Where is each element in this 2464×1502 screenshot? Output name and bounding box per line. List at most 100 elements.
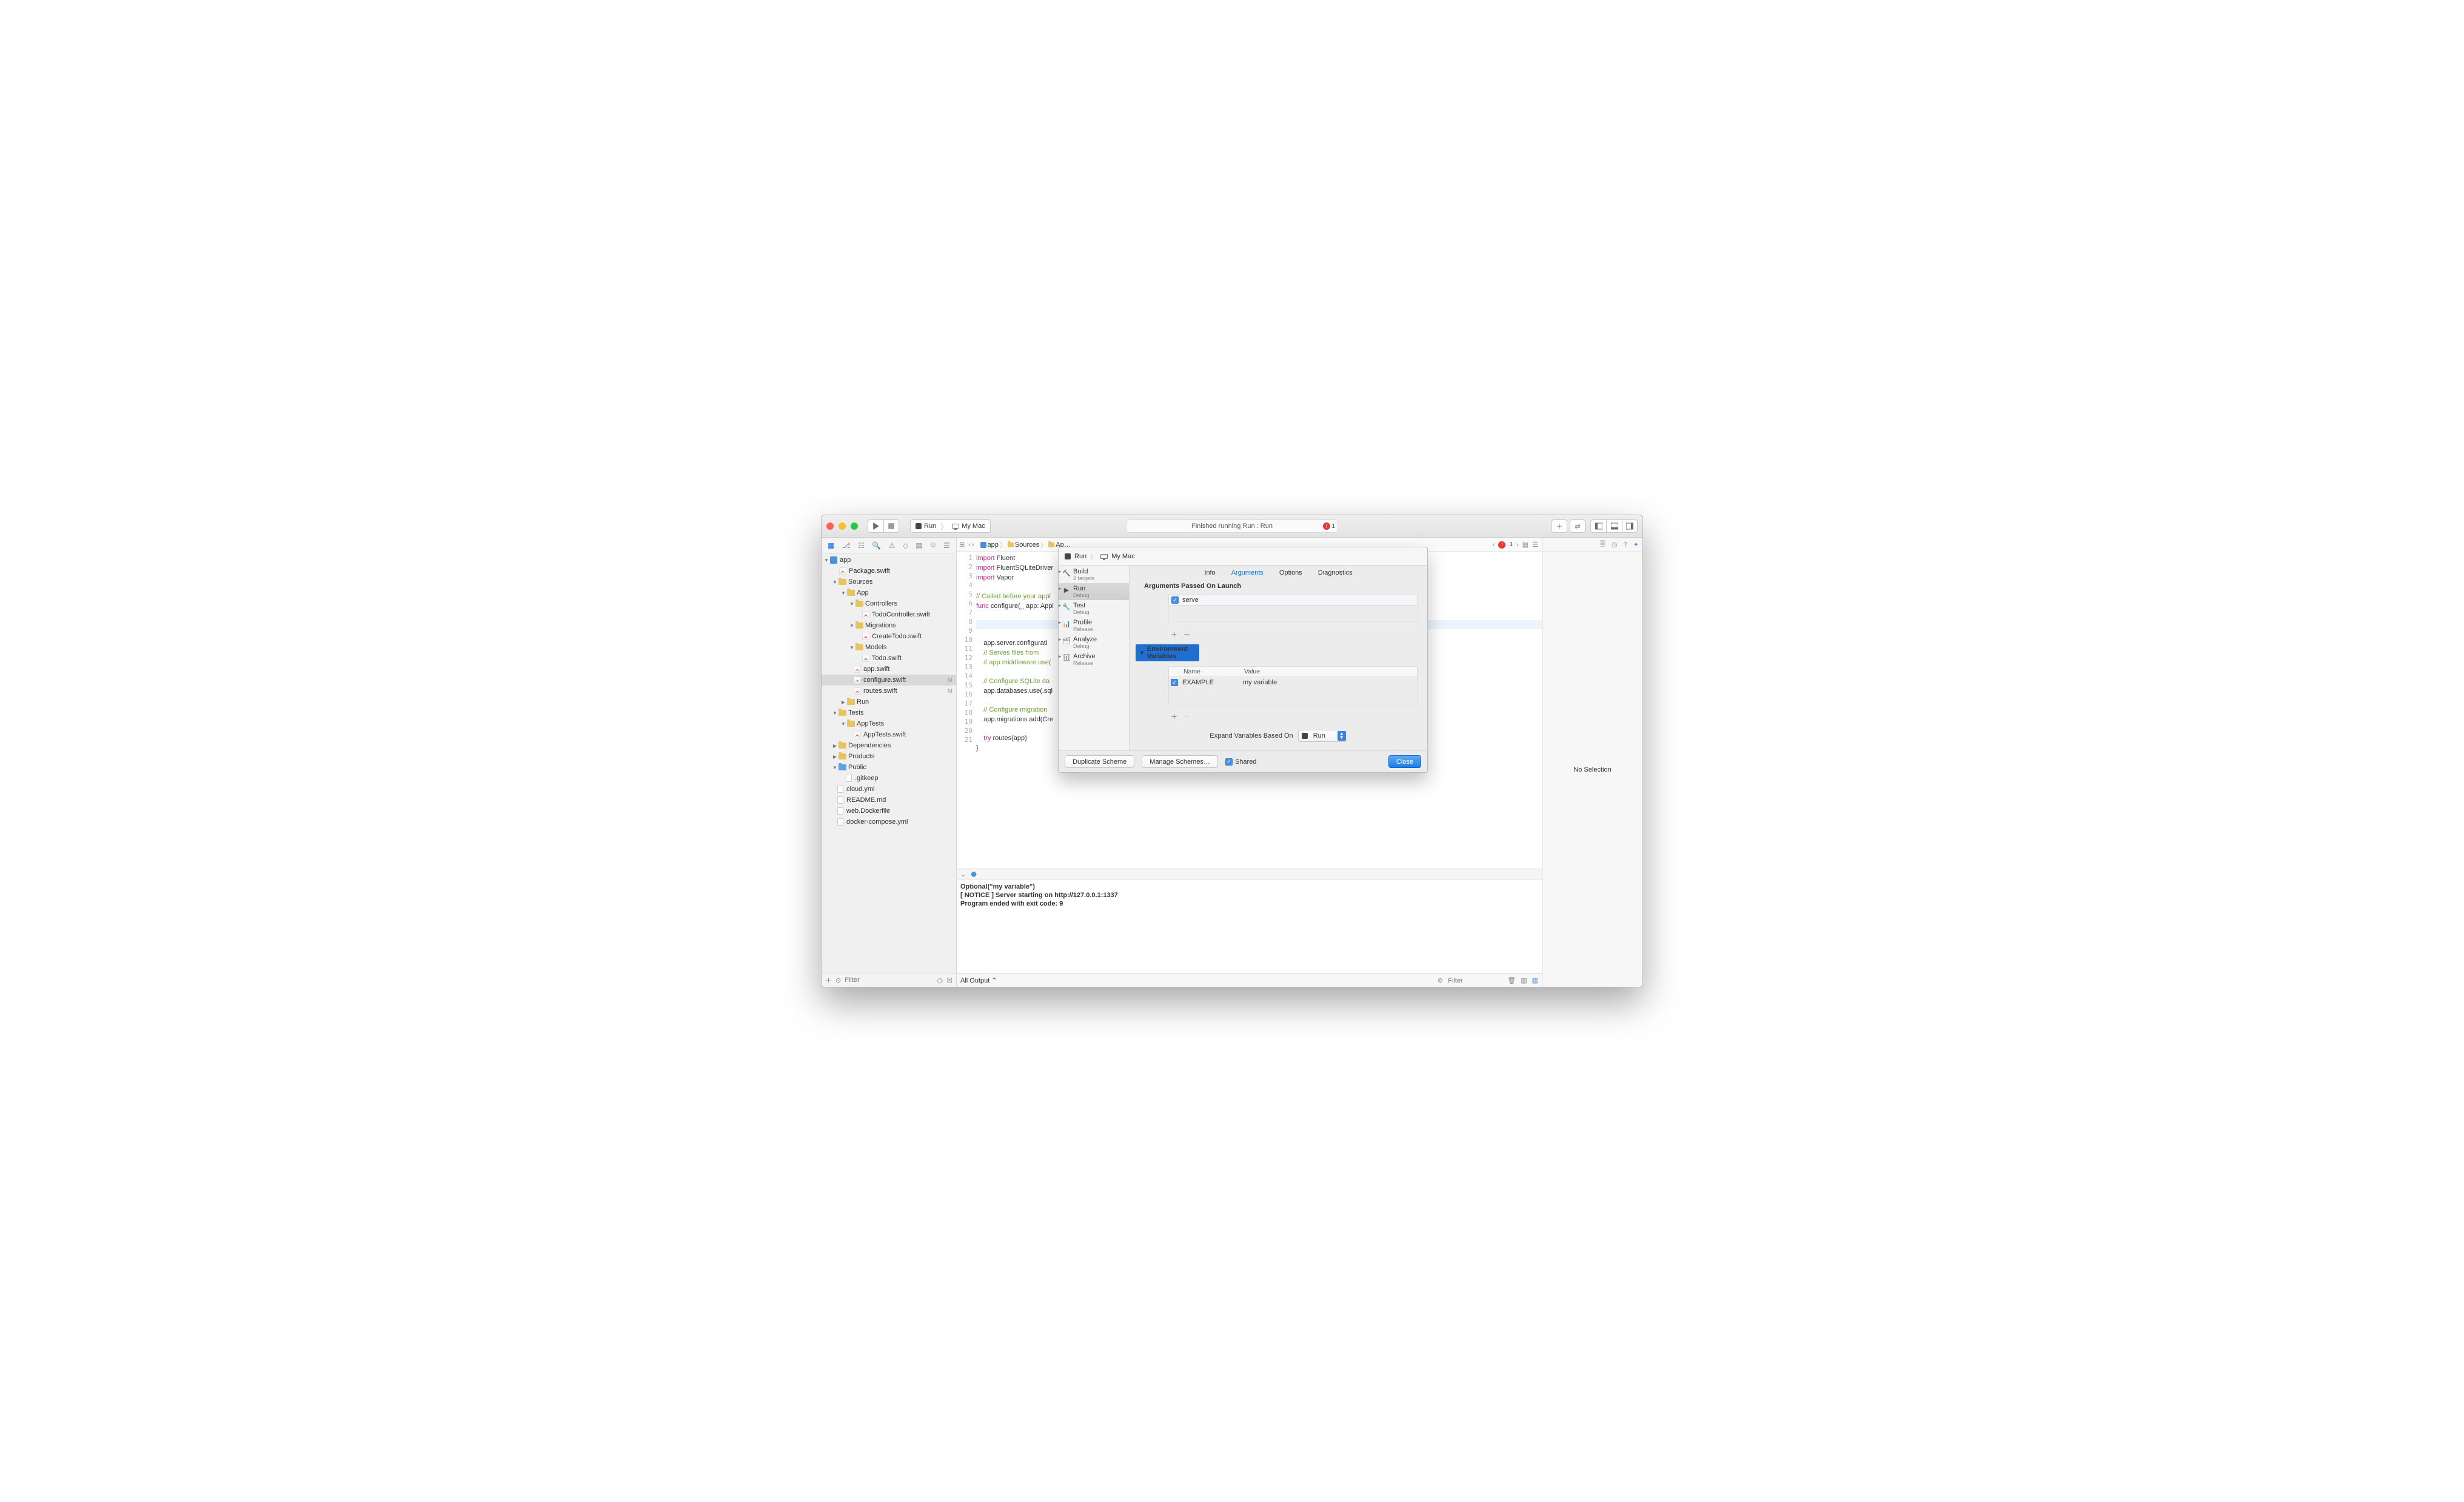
tree-item[interactable]: ▶Dependencies	[822, 740, 956, 751]
close-button[interactable]: Close	[1388, 755, 1421, 768]
show-console-icon[interactable]: ▥	[1532, 976, 1538, 984]
add-env-icon[interactable]: ＋	[1171, 712, 1177, 721]
breakpoint-tab-icon[interactable]: ⎊	[930, 541, 936, 550]
tab-arguments[interactable]: Arguments	[1231, 569, 1264, 576]
analyze-icon: 🗂	[1062, 636, 1071, 645]
help-inspector-icon[interactable]: ?	[1624, 541, 1627, 549]
remove-env-icon[interactable]: －	[1183, 712, 1190, 721]
add-icon[interactable]: ＋	[825, 975, 832, 985]
debug-tab-icon[interactable]: ▤	[916, 541, 922, 550]
forward-icon[interactable]: ›	[972, 541, 974, 549]
jumpbar-segment[interactable]: app	[980, 541, 999, 549]
back-icon[interactable]: ‹	[968, 541, 971, 549]
project-navigator-tab-icon[interactable]: ▦	[828, 541, 834, 550]
console-filter-input[interactable]	[1448, 977, 1502, 984]
tree-item[interactable]: AppTests.swift	[822, 729, 956, 740]
issue-tab-icon[interactable]: ⚠	[889, 541, 896, 550]
tree-item[interactable]: .gitkeep	[822, 773, 956, 784]
console-output-menu[interactable]: All Output ⌃	[960, 976, 997, 984]
issue-indicator[interactable]: ! 1	[1323, 522, 1335, 530]
console-output[interactable]: Optional("my variable")[ NOTICE ] Server…	[957, 880, 1542, 973]
find-tab-icon[interactable]: 🔍	[872, 541, 881, 550]
zoom-window-icon[interactable]	[851, 522, 858, 530]
phase-archive[interactable]: ▶🗄ArchiveRelease	[1059, 651, 1129, 668]
editor-layout-icon[interactable]: ▤	[1522, 541, 1528, 549]
source-control-tab-icon[interactable]: ⎇	[842, 541, 851, 550]
tree-item[interactable]: ▼Migrations	[822, 620, 956, 631]
duplicate-scheme-button[interactable]: Duplicate Scheme	[1065, 755, 1134, 768]
tree-item[interactable]: TodoController.swift	[822, 609, 956, 620]
filter-scope-icon[interactable]: ⊙	[835, 976, 841, 984]
tree-item[interactable]: ▼Tests	[822, 707, 956, 718]
attributes-inspector-icon[interactable]: ✦	[1633, 541, 1639, 549]
phase-test[interactable]: ▶🔧TestDebug	[1059, 600, 1129, 617]
tab-info[interactable]: Info	[1204, 569, 1215, 576]
toggle-debug-button[interactable]	[1606, 519, 1622, 533]
breakpoint-toggle-icon[interactable]: ⬣	[971, 870, 977, 878]
history-inspector-icon[interactable]: ◷	[1612, 541, 1618, 549]
scheme-target-icon	[1302, 733, 1308, 739]
show-vars-icon[interactable]: ▥	[1521, 976, 1527, 984]
trash-icon[interactable]: 🗑	[1507, 976, 1516, 984]
editor-options-icon[interactable]: ☰	[1532, 541, 1538, 549]
file-inspector-icon[interactable]: 🗎	[1600, 539, 1605, 550]
tree-root[interactable]: ▼app	[822, 555, 956, 566]
tree-item[interactable]: app.swift	[822, 664, 956, 675]
tree-item[interactable]: Todo.swift	[822, 653, 956, 664]
phase-run[interactable]: ▶▶RunDebug	[1059, 583, 1129, 600]
tree-item-selected[interactable]: configure.swiftM	[822, 675, 956, 686]
add-argument-icon[interactable]: ＋	[1171, 630, 1177, 639]
scm-filter-icon[interactable]: ☒	[946, 976, 952, 984]
tree-item[interactable]: CreateTodo.swift	[822, 631, 956, 642]
toggle-inspector-button[interactable]	[1622, 519, 1638, 533]
remove-argument-icon[interactable]: －	[1183, 630, 1190, 639]
prev-issue-icon[interactable]: ‹	[1493, 541, 1495, 549]
shared-checkbox-label[interactable]: ✓ Shared	[1225, 758, 1256, 766]
tree-item[interactable]: ▼Public	[822, 762, 956, 773]
tree-item[interactable]: docker-compose.yml	[822, 816, 956, 827]
tree-item[interactable]: web.Dockerfile	[822, 806, 956, 816]
navigator-filter-input[interactable]	[845, 976, 933, 984]
tree-item[interactable]: ▼Models	[822, 642, 956, 653]
tree-item[interactable]: Package.swift	[822, 566, 956, 576]
minimize-window-icon[interactable]	[839, 522, 846, 530]
tree-item[interactable]: routes.swiftM	[822, 686, 956, 696]
tree-item[interactable]: README.md	[822, 795, 956, 806]
env-section-header[interactable]: ▼Environment Variables	[1136, 644, 1199, 661]
tree-item[interactable]: ▼App	[822, 587, 956, 598]
option-tabs: Info Arguments Options Diagnostics	[1136, 569, 1421, 576]
toggle-navigator-button[interactable]	[1590, 519, 1606, 533]
tree-item[interactable]: ▶Run	[822, 696, 956, 707]
library-button[interactable]: ⇄	[1570, 519, 1585, 533]
tree-item[interactable]: ▼Controllers	[822, 598, 956, 609]
env-row[interactable]: ✓ EXAMPLE my variable	[1169, 677, 1417, 688]
tree-item[interactable]: ▼AppTests	[822, 718, 956, 729]
shared-checkbox[interactable]: ✓	[1225, 758, 1233, 766]
manage-schemes-button[interactable]: Manage Schemes…	[1142, 755, 1218, 768]
argument-row[interactable]: ✓ serve	[1168, 595, 1418, 606]
project-tree[interactable]: ▼app Package.swift ▼Sources ▼App ▼Contro…	[822, 553, 956, 973]
phase-build[interactable]: ▶🔨Build2 targets	[1059, 566, 1129, 583]
scheme-selector[interactable]: Run 〉 My Mac	[910, 519, 991, 533]
phase-analyze[interactable]: ▶🗂AnalyzeDebug	[1059, 634, 1129, 651]
related-items-icon[interactable]: ⊞	[959, 541, 965, 549]
report-tab-icon[interactable]: ☰	[943, 541, 950, 550]
add-editor-button[interactable]: ＋	[1552, 519, 1567, 533]
run-button[interactable]	[868, 519, 883, 533]
jumpbar-segment[interactable]: Sources	[1008, 541, 1039, 549]
next-issue-icon[interactable]: ›	[1516, 541, 1519, 549]
console-toggle-icon[interactable]: ⌄	[960, 870, 966, 878]
tree-item[interactable]: cloud.yml	[822, 784, 956, 795]
env-checkbox[interactable]: ✓	[1171, 679, 1178, 686]
argument-checkbox[interactable]: ✓	[1171, 596, 1179, 604]
tab-options[interactable]: Options	[1279, 569, 1302, 576]
symbol-tab-icon[interactable]: ☷	[858, 541, 865, 550]
phase-profile[interactable]: ▶📊ProfileRelease	[1059, 617, 1129, 634]
close-window-icon[interactable]	[826, 522, 834, 530]
test-tab-icon[interactable]: ◇	[903, 541, 908, 550]
tab-diagnostics[interactable]: Diagnostics	[1318, 569, 1353, 576]
stop-button[interactable]	[883, 519, 899, 533]
tree-item[interactable]: ▼Sources	[822, 576, 956, 587]
tree-item[interactable]: ▶Products	[822, 751, 956, 762]
clock-icon[interactable]: ◷	[937, 976, 943, 984]
